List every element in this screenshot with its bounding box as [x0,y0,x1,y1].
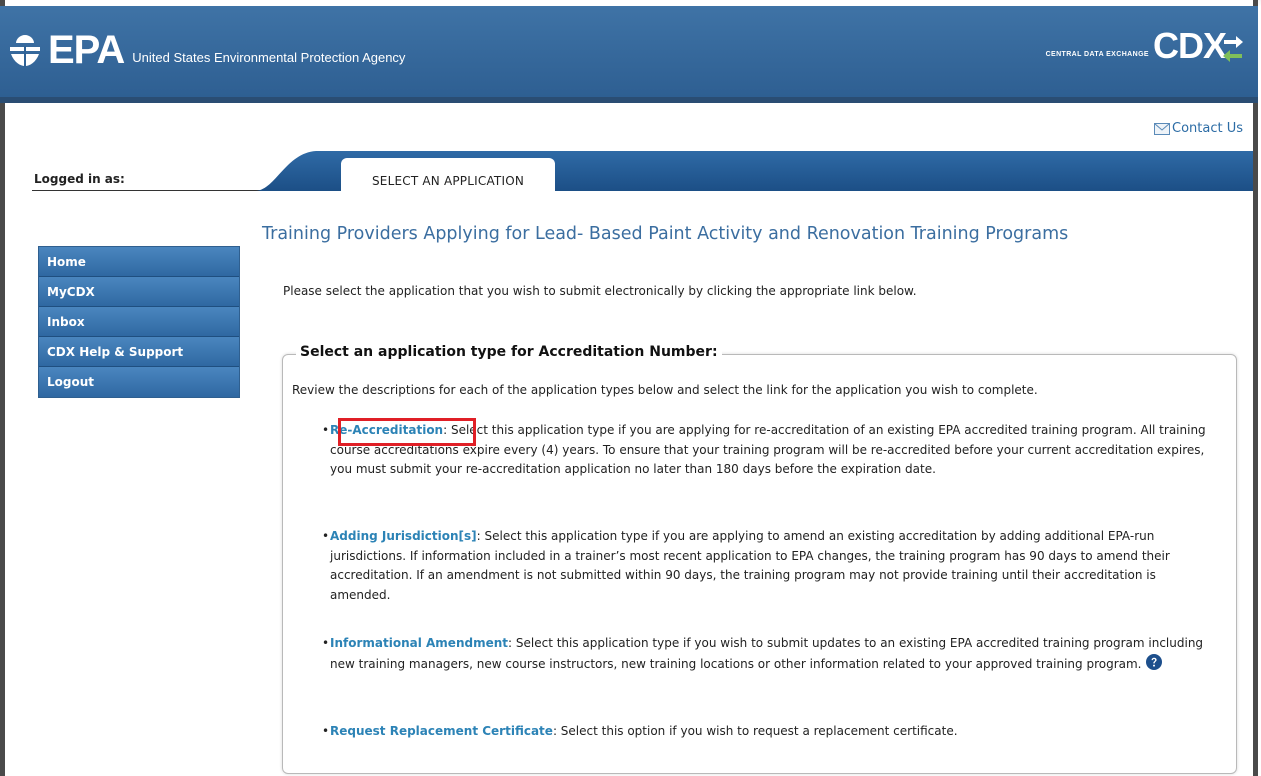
informational-amendment-link[interactable]: Informational Amendment [330,636,508,650]
cdx-logo-text: CDX [1152,25,1227,66]
sidebar-item-help-support[interactable]: CDX Help & Support [39,337,239,367]
fieldset-legend: Select an application type for Accredita… [296,344,722,360]
sidebar-item-inbox[interactable]: Inbox [39,307,239,337]
help-icon[interactable] [1146,653,1163,670]
bullet: • [322,423,330,437]
tab-bar: SELECT AN APPLICATION [256,151,1253,191]
cdx-logo[interactable]: CENTRAL DATA EXCHANGE CDX [1046,28,1244,64]
sidebar-item-home[interactable]: Home [39,247,239,277]
adding-jurisdiction-link[interactable]: Adding Jurisdiction[s] [330,529,477,543]
contact-us-label: Contact Us [1172,121,1243,136]
sidebar-item-logout[interactable]: Logout [39,367,239,397]
cdx-arrow-icon [1223,36,1243,62]
page-title: Training Providers Applying for Lead- Ba… [262,224,1069,244]
option-request-replacement: • Request Replacement Certificate: Selec… [322,722,1210,742]
cdx-subtitle: CENTRAL DATA EXCHANGE [1045,51,1149,58]
sidebar-nav: Home MyCDX Inbox CDX Help & Support Logo… [38,246,240,398]
epa-logo[interactable]: EPA United States Environmental Protecti… [6,28,406,72]
logged-in-label: Logged in as: [34,172,125,186]
logged-in-divider [32,190,262,191]
option-adding-jurisdiction: • Adding Jurisdiction[s]: Select this ap… [322,527,1210,605]
contact-us-link[interactable]: Contact Us [1154,121,1243,136]
instructions-text: Please select the application that you w… [283,284,917,298]
tab-select-application[interactable]: SELECT AN APPLICATION [341,158,555,191]
site-header: EPA United States Environmental Protecti… [0,6,1258,103]
bullet: • [322,529,330,543]
epa-logo-text: EPA [48,28,125,72]
request-replacement-certificate-link[interactable]: Request Replacement Certificate [330,724,553,738]
review-text: Review the descriptions for each of the … [292,383,1038,397]
bullet: • [322,636,330,650]
sidebar-item-mycdx[interactable]: MyCDX [39,277,239,307]
mail-icon [1154,122,1170,135]
epa-flower-icon [10,35,40,67]
option-informational-amendment: • Informational Amendment: Select this a… [322,634,1210,674]
highlight-box [338,418,476,446]
agency-name: United States Environmental Protection A… [132,50,406,65]
option-description: : Select this option if you wish to requ… [552,724,958,738]
bullet: • [322,724,330,738]
